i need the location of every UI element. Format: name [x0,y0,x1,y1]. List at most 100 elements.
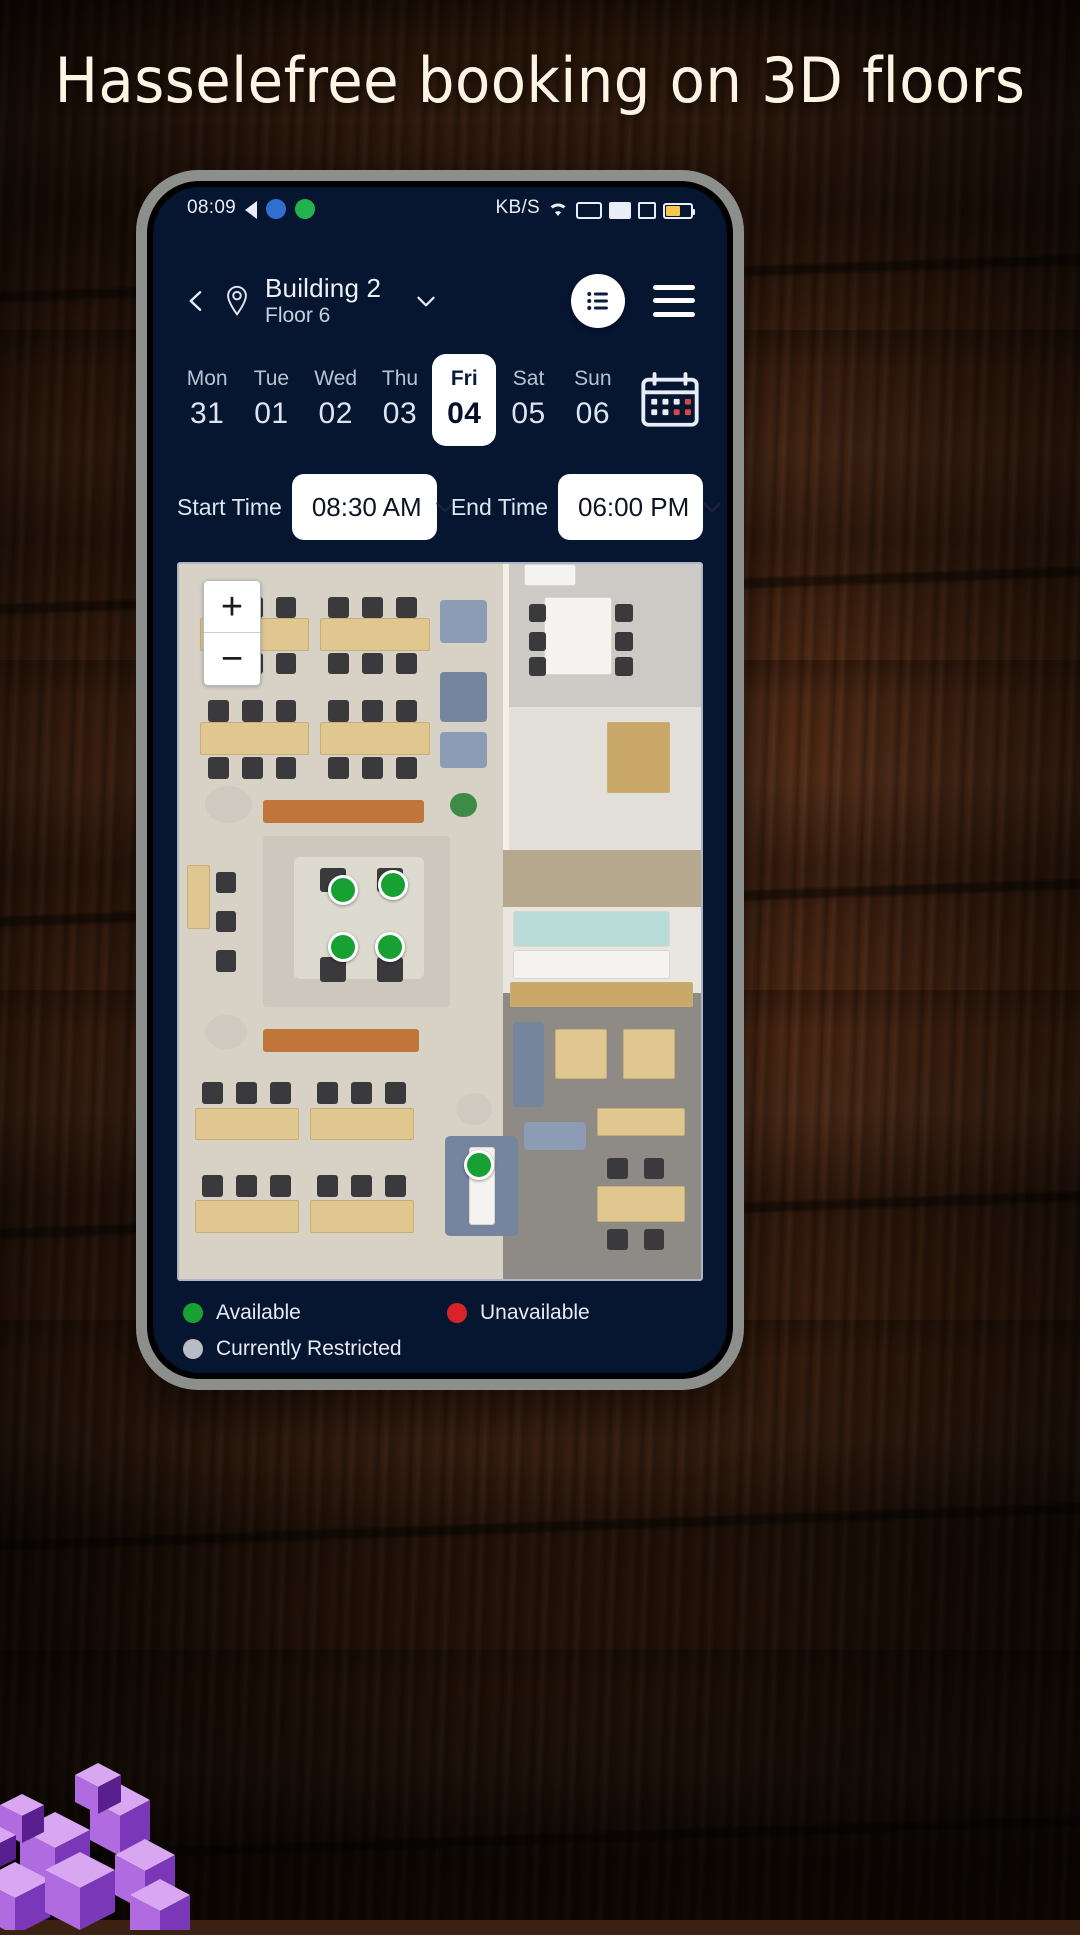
date-cell-sat[interactable]: Sat 05 [496,354,560,446]
date-num: 03 [382,397,418,431]
chair [361,700,383,722]
seat-marker-available[interactable] [375,931,406,962]
start-time-value: 08:30 AM [311,491,422,522]
promo-headline: Hasselefree booking on 3D floors [54,44,1026,117]
chair [614,632,633,651]
bench [262,1028,420,1052]
desk [194,1107,300,1141]
date-dow: Sun [574,367,612,391]
chair [395,653,417,675]
seat-legend: Available Unavailable Currently Restrict… [153,1281,727,1373]
legend-label: Currently Restricted [216,1337,402,1360]
vibrate-icon [638,202,656,219]
plan-region-lobby [502,707,701,851]
chair [614,657,633,676]
hamburger-line-2 [653,298,695,304]
date-num: 05 [511,397,546,431]
legend-item-available: Available [183,1301,437,1325]
round-table [205,785,253,824]
calendar-button[interactable] [635,368,705,432]
battery-icon [663,203,695,219]
chair [275,653,297,675]
seat-marker-available[interactable] [378,869,409,900]
legend-label: Unavailable [480,1301,590,1324]
date-strip: Mon 31 Tue 01 Wed 02 Thu 03 Fri 04 Sat 0… [153,346,727,456]
chair [275,757,297,779]
wood-shelf [510,982,694,1007]
date-cell-tue[interactable]: Tue 01 [239,354,303,446]
date-cell-thu[interactable]: Thu 03 [368,354,432,446]
chair [385,1175,407,1197]
wall [502,564,509,851]
desk [319,618,430,651]
chair [275,700,297,722]
zoom-in-button[interactable]: + [204,581,260,634]
chair [327,653,349,675]
decorative-cubes [0,1680,250,1935]
back-button[interactable] [179,281,213,321]
table [554,1028,608,1079]
date-dow: Thu [381,367,419,391]
date-cell-wed[interactable]: Wed 02 [304,354,368,446]
zoom-out-button[interactable]: − [204,633,260,685]
chair [385,1082,407,1104]
end-time-label: End Time [450,493,548,520]
chevron-down-icon[interactable] [413,288,439,314]
chair [327,700,349,722]
legend-item-restricted: Currently Restricted [183,1337,437,1361]
facebook-icon [266,199,287,219]
chair [361,653,383,675]
arrow-left-icon [245,201,258,219]
hamburger-menu-button[interactable] [653,284,695,317]
hamburger-line-3 [653,311,695,317]
phone-bezel: 08:09 KB/S Building 2 Floor 6 Mon 31 Tue… [147,181,733,1379]
chair [395,700,417,722]
date-dow: Mon [186,367,228,391]
cube-cluster [0,1763,190,1935]
bench [262,800,425,824]
sofa [440,671,487,722]
seat-marker-available[interactable] [328,931,359,962]
legend-dot-restricted [183,1339,203,1359]
chair [607,1228,628,1251]
chair [207,757,229,779]
map-zoom-controls: + − [203,580,261,687]
date-cell-fri[interactable]: Fri 04 [432,354,497,447]
start-time-select[interactable]: 08:30 AM [291,474,454,541]
legend-spacer [447,1337,701,1361]
plan-region-wood-partition [502,850,701,908]
chair [327,596,349,618]
building-name: Building 2 [265,273,382,303]
end-time-select[interactable]: 06:00 PM [557,474,722,541]
desk [186,864,211,929]
desk [319,721,430,755]
header-actions [571,273,695,328]
plant [450,793,477,818]
list-view-button[interactable] [571,273,625,328]
sofa [440,600,487,644]
end-time-value: 06:00 PM [577,491,690,522]
chair [395,596,417,618]
date-cell-mon[interactable]: Mon 31 [175,354,239,446]
status-clock: 08:09 [187,197,237,218]
signal-icon [609,202,631,219]
desk [309,1200,414,1234]
status-bar: 08:09 KB/S [153,187,727,221]
floor-plan-container[interactable]: + − [177,562,703,1281]
date-dow: Wed [314,367,358,391]
seat-marker-available[interactable] [464,1149,495,1180]
seat-marker-available[interactable] [328,874,359,905]
sim-icon [576,202,602,219]
date-cell-sun[interactable]: Sun 06 [561,354,625,446]
bench-table [596,1186,686,1222]
chair [215,950,237,972]
legend-item-unavailable: Unavailable [447,1301,701,1325]
location-selector[interactable]: Building 2 Floor 6 [223,273,439,328]
legend-dot-unavailable [447,1303,467,1323]
counter [513,911,670,947]
sofa [523,1121,587,1151]
desk [194,1200,300,1234]
date-num: 02 [318,397,353,431]
phone-mockup: 08:09 KB/S Building 2 Floor 6 Mon 31 Tue… [136,170,744,1390]
legend-label: Available [216,1301,301,1324]
